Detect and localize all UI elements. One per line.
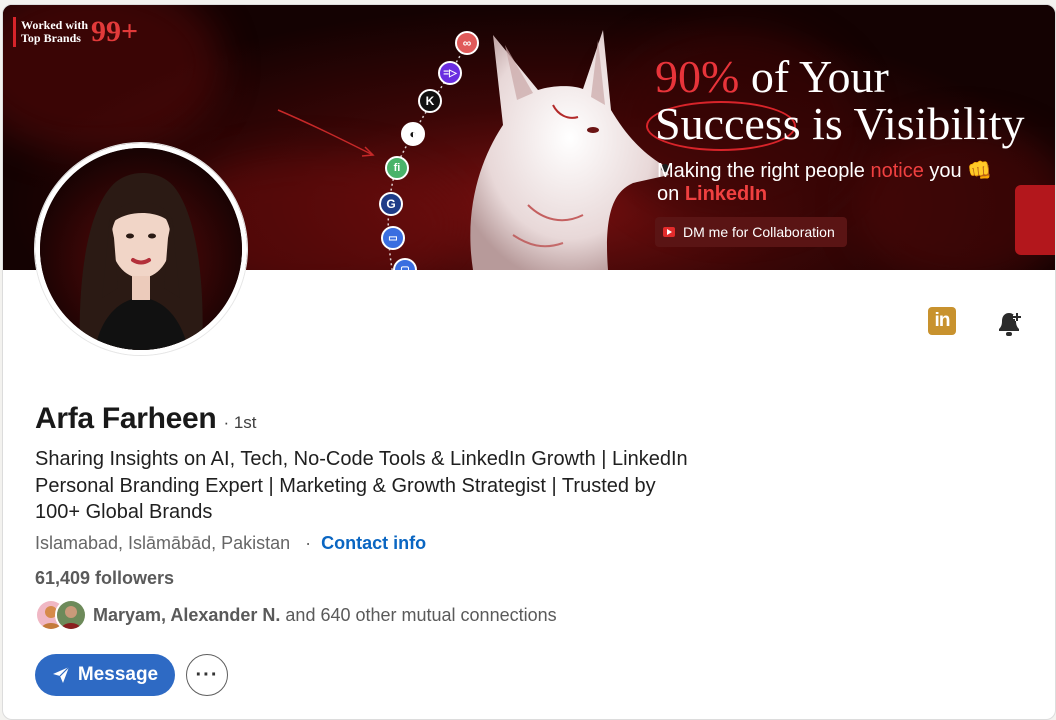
- message-button[interactable]: Message: [35, 654, 175, 696]
- ellipsis-icon: ···: [195, 663, 219, 686]
- profile-location: Islamabad, Islāmābād, Pakistan: [35, 533, 291, 553]
- play-icon: [663, 227, 675, 237]
- linkedin-badge-text: in: [934, 310, 951, 331]
- banner-cta: DM me for Collaboration: [655, 217, 847, 247]
- brands-badge: Worked with Top Brands 99+: [13, 15, 138, 49]
- more-actions-button[interactable]: ···: [186, 654, 228, 696]
- profile-photo: [40, 148, 242, 350]
- banner-subline-2: on LinkedIn: [657, 183, 768, 205]
- bell-plus-icon[interactable]: [995, 309, 1029, 339]
- paper-plane-icon: [52, 666, 70, 683]
- profile-headline: Sharing Insights on AI, Tech, No-Code To…: [35, 448, 688, 523]
- mutual-connections[interactable]: Maryam, Alexander N. and 640 other mutua…: [35, 599, 557, 631]
- ring-brand-icon: ◐: [401, 122, 425, 146]
- mutual-names[interactable]: Maryam, Alexander N.: [93, 605, 280, 625]
- leaf-brand-icon: fi: [385, 156, 409, 180]
- mutual-rest: and 640 other mutual connections: [280, 604, 557, 625]
- location-separator: ·: [305, 533, 312, 553]
- banner-cta-label: DM me for Collaboration: [683, 224, 835, 240]
- window-brand-icon: ▭: [381, 226, 405, 250]
- g-brand-icon: G: [379, 192, 403, 216]
- name-row: Arfa Farheen · 1st: [35, 402, 257, 436]
- followers-count[interactable]: 61,409 followers: [35, 568, 174, 589]
- contact-info-link[interactable]: Contact info: [321, 533, 426, 553]
- message-label: Message: [77, 664, 159, 685]
- location-row: Islamabad, Islāmābād, Pakistan · Contact…: [35, 533, 426, 554]
- linkedin-icon[interactable]: in: [928, 307, 956, 335]
- arrow-decoration-icon: [277, 109, 375, 157]
- badge-line-2: Top Brands: [21, 31, 81, 45]
- profile-name: Arfa Farheen: [35, 402, 217, 435]
- profile-card: Worked with Top Brands 99+ ∞ =▷ K ◐ fi G…: [2, 4, 1056, 720]
- profile-avatar[interactable]: [35, 143, 247, 355]
- banner-red-decoration: [1015, 185, 1055, 255]
- fox-illustration: [470, 30, 669, 270]
- mutual-avatar-2: [55, 599, 87, 631]
- connection-degree: · 1st: [223, 413, 257, 432]
- banner-headline-line1: 90% of Your: [655, 51, 889, 102]
- banner-subline-1: Making the right people notice you 👊: [657, 160, 993, 182]
- mutual-text: Maryam, Alexander N. and 640 other mutua…: [93, 605, 557, 626]
- badge-count: 99+: [91, 15, 139, 48]
- banner-headline-line2: Success is Visibility: [655, 98, 1025, 149]
